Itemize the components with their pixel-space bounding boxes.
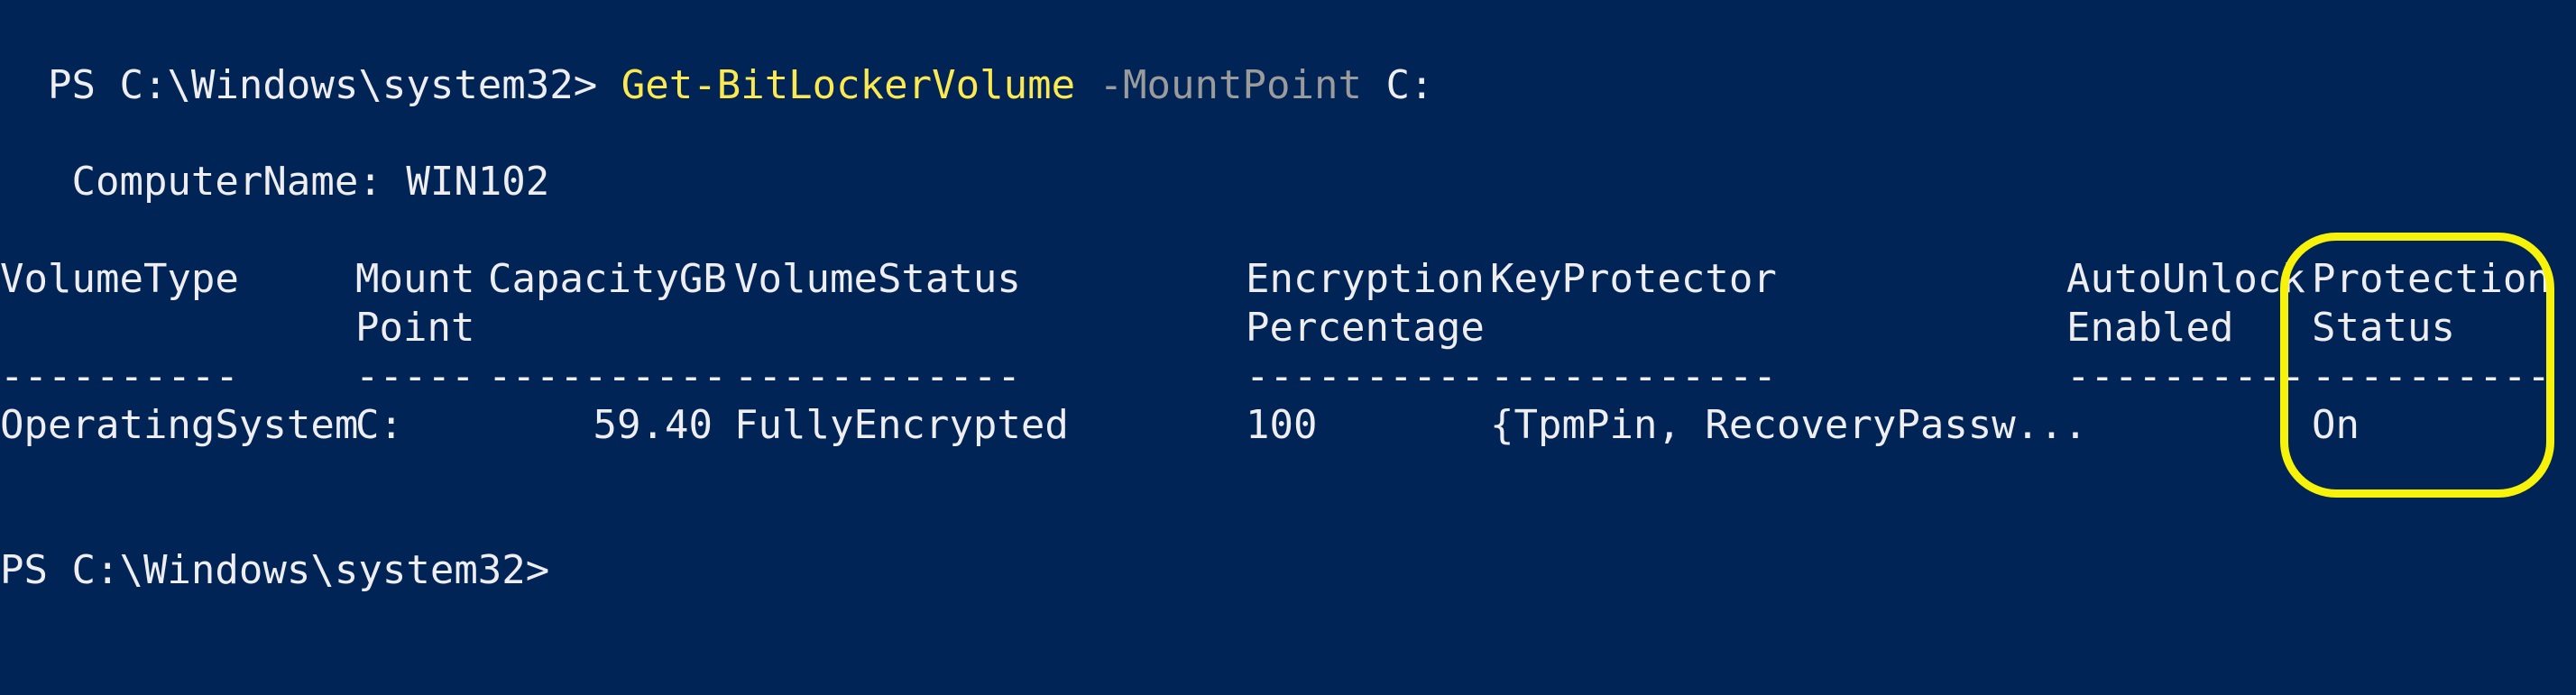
header-volume-type: VolumeType bbox=[0, 256, 239, 302]
separator-volume-status: ------------ bbox=[734, 353, 1021, 399]
header-enabled: Enabled bbox=[2066, 305, 2234, 351]
cell-protection-status: On bbox=[2312, 402, 2360, 448]
cell-key-protector: {TpmPin, RecoveryPassw... bbox=[1490, 402, 2088, 448]
header-auto-unlock: AutoUnlock bbox=[2066, 256, 2305, 302]
header-key-protector: KeyProtector bbox=[1490, 256, 1777, 302]
separator-auto-unlock: ---------- bbox=[2066, 353, 2305, 399]
header-percentage: Percentage bbox=[1246, 305, 1485, 351]
parameter-value: C: bbox=[1361, 62, 1434, 108]
parameter-name: -MountPoint bbox=[1075, 62, 1362, 108]
cell-volume-type: OperatingSystem bbox=[0, 402, 359, 448]
header-status: Status bbox=[2312, 305, 2455, 351]
prompt: PS C:\Windows\system32> bbox=[47, 62, 621, 108]
cell-capacity-gb: 59.40 bbox=[593, 402, 713, 448]
cell-mount-point: C: bbox=[355, 402, 403, 448]
cell-volume-status: FullyEncrypted bbox=[734, 402, 1069, 448]
cmdlet-name: Get-BitLockerVolume bbox=[621, 62, 1076, 108]
separator-key-protector: ------------ bbox=[1490, 353, 1777, 399]
header-volume-status: VolumeStatus bbox=[734, 256, 1021, 302]
header-encryption: Encryption bbox=[1246, 256, 1485, 302]
header-point: Point bbox=[355, 305, 475, 351]
command-line: PS C:\Windows\system32> Get-BitLockerVol… bbox=[0, 13, 1433, 110]
header-mount: Mount bbox=[355, 256, 475, 302]
computer-name-line: ComputerName: WIN102 bbox=[0, 159, 550, 205]
powershell-console: { "console": { "prompt1": "PS C:\\Window… bbox=[0, 0, 2576, 695]
separator-capacity: ---------- bbox=[488, 353, 727, 399]
separator-protection: ---------- bbox=[2312, 353, 2551, 399]
header-protection: Protection bbox=[2312, 256, 2551, 302]
separator-mount-point: ----- bbox=[355, 353, 475, 399]
header-capacity-gb: CapacityGB bbox=[488, 256, 727, 302]
separator-encryption: ---------- bbox=[1246, 353, 1485, 399]
cell-encryption-percentage: 100 bbox=[1246, 402, 1318, 448]
prompt-line[interactable]: PS C:\Windows\system32> bbox=[0, 546, 549, 595]
separator-volume-type: ---------- bbox=[0, 353, 239, 399]
